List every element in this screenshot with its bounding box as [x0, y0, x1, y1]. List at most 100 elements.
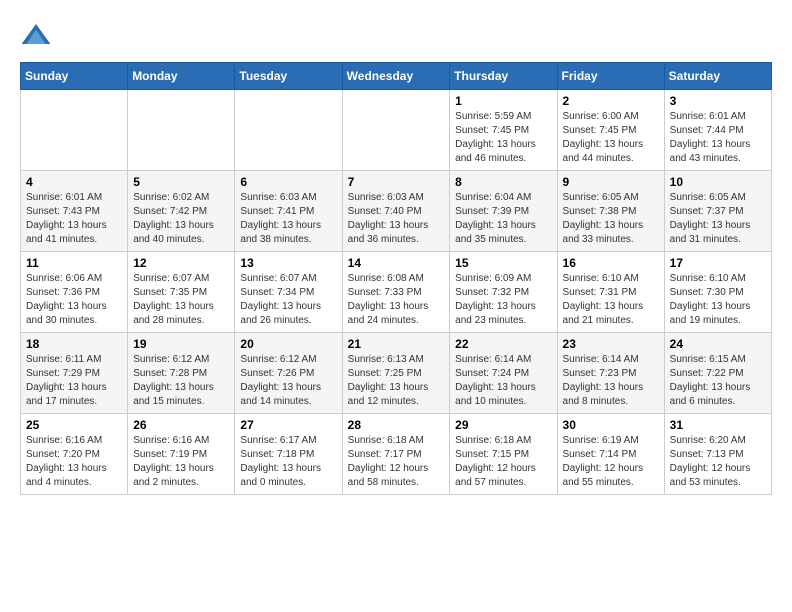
calendar-cell: 24 Sunrise: 6:15 AMSunset: 7:22 PMDayligh… [664, 333, 771, 414]
day-number: 28 [348, 418, 445, 432]
logo [20, 20, 56, 52]
day-header-friday: Friday [557, 63, 664, 90]
day-number: 16 [563, 256, 659, 270]
day-info: Sunrise: 6:16 AMSunset: 7:19 PMDaylight:… [133, 435, 214, 488]
calendar-cell: 10 Sunrise: 6:05 AMSunset: 7:37 PMDayligh… [664, 171, 771, 252]
day-number: 27 [240, 418, 336, 432]
calendar-cell: 27 Sunrise: 6:17 AMSunset: 7:18 PMDayligh… [235, 414, 342, 495]
calendar-cell: 2 Sunrise: 6:00 AMSunset: 7:45 PMDaylight… [557, 90, 664, 171]
day-header-wednesday: Wednesday [342, 63, 450, 90]
calendar-cell: 1Sunrise: 5:59 AMSunset: 7:45 PMDaylight… [450, 90, 557, 171]
day-number: 15 [455, 256, 551, 270]
day-info: Sunrise: 6:05 AMSunset: 7:37 PMDaylight:… [670, 192, 751, 245]
calendar-cell: 4 Sunrise: 6:01 AMSunset: 7:43 PMDaylight… [21, 171, 128, 252]
logo-icon [20, 20, 52, 52]
day-number: 8 [455, 175, 551, 189]
day-info: Sunrise: 6:20 AMSunset: 7:13 PMDaylight:… [670, 435, 751, 488]
calendar-week-row: 25 Sunrise: 6:16 AMSunset: 7:20 PMDayligh… [21, 414, 772, 495]
day-info: Sunrise: 6:14 AMSunset: 7:23 PMDaylight:… [563, 354, 644, 407]
day-number: 13 [240, 256, 336, 270]
calendar-cell [21, 90, 128, 171]
day-info: Sunrise: 6:16 AMSunset: 7:20 PMDaylight:… [26, 435, 107, 488]
calendar-cell: 15 Sunrise: 6:09 AMSunset: 7:32 PMDayligh… [450, 252, 557, 333]
calendar-cell: 14 Sunrise: 6:08 AMSunset: 7:33 PMDayligh… [342, 252, 450, 333]
calendar-cell: 11 Sunrise: 6:06 AMSunset: 7:36 PMDayligh… [21, 252, 128, 333]
day-header-monday: Monday [128, 63, 235, 90]
calendar-cell: 16 Sunrise: 6:10 AMSunset: 7:31 PMDayligh… [557, 252, 664, 333]
calendar-cell: 17Sunrise: 6:10 AMSunset: 7:30 PMDayligh… [664, 252, 771, 333]
calendar-cell: 31 Sunrise: 6:20 AMSunset: 7:13 PMDayligh… [664, 414, 771, 495]
day-info: Sunrise: 6:03 AMSunset: 7:40 PMDaylight:… [348, 192, 429, 245]
calendar-cell: 8 Sunrise: 6:04 AMSunset: 7:39 PMDaylight… [450, 171, 557, 252]
day-number: 11 [26, 256, 122, 270]
day-number: 21 [348, 337, 445, 351]
day-number: 22 [455, 337, 551, 351]
day-number: 26 [133, 418, 229, 432]
calendar-cell: 28 Sunrise: 6:18 AMSunset: 7:17 PMDayligh… [342, 414, 450, 495]
day-header-thursday: Thursday [450, 63, 557, 90]
calendar-cell: 13 Sunrise: 6:07 AMSunset: 7:34 PMDayligh… [235, 252, 342, 333]
day-info: Sunrise: 6:18 AMSunset: 7:15 PMDaylight:… [455, 435, 536, 488]
calendar-cell: 7 Sunrise: 6:03 AMSunset: 7:40 PMDaylight… [342, 171, 450, 252]
day-info: Sunrise: 6:18 AMSunset: 7:17 PMDaylight:… [348, 435, 429, 488]
day-number: 3 [670, 94, 766, 108]
calendar-cell [235, 90, 342, 171]
day-number: 2 [563, 94, 659, 108]
day-header-sunday: Sunday [21, 63, 128, 90]
day-info: Sunrise: 6:17 AMSunset: 7:18 PMDaylight:… [240, 435, 321, 488]
calendar-cell: 30Sunrise: 6:19 AMSunset: 7:14 PMDayligh… [557, 414, 664, 495]
calendar-cell: 19 Sunrise: 6:12 AMSunset: 7:28 PMDayligh… [128, 333, 235, 414]
page-header [20, 20, 772, 52]
calendar-cell: 18 Sunrise: 6:11 AMSunset: 7:29 PMDayligh… [21, 333, 128, 414]
day-number: 6 [240, 175, 336, 189]
calendar-week-row: 18 Sunrise: 6:11 AMSunset: 7:29 PMDayligh… [21, 333, 772, 414]
day-info: Sunrise: 6:07 AMSunset: 7:34 PMDaylight:… [240, 273, 321, 326]
calendar-week-row: 11 Sunrise: 6:06 AMSunset: 7:36 PMDayligh… [21, 252, 772, 333]
calendar-cell: 9Sunrise: 6:05 AMSunset: 7:38 PMDaylight… [557, 171, 664, 252]
day-number: 5 [133, 175, 229, 189]
day-header-saturday: Saturday [664, 63, 771, 90]
day-number: 14 [348, 256, 445, 270]
day-number: 25 [26, 418, 122, 432]
day-info: Sunrise: 6:03 AMSunset: 7:41 PMDaylight:… [240, 192, 321, 245]
day-number: 1 [455, 94, 551, 108]
day-number: 12 [133, 256, 229, 270]
calendar-cell [342, 90, 450, 171]
day-info: Sunrise: 6:12 AMSunset: 7:28 PMDaylight:… [133, 354, 214, 407]
day-info: Sunrise: 6:01 AMSunset: 7:43 PMDaylight:… [26, 192, 107, 245]
day-info: Sunrise: 6:15 AMSunset: 7:22 PMDaylight:… [670, 354, 751, 407]
day-info: Sunrise: 6:08 AMSunset: 7:33 PMDaylight:… [348, 273, 429, 326]
day-header-tuesday: Tuesday [235, 63, 342, 90]
day-number: 31 [670, 418, 766, 432]
day-info: Sunrise: 6:01 AMSunset: 7:44 PMDaylight:… [670, 111, 751, 164]
day-info: Sunrise: 6:09 AMSunset: 7:32 PMDaylight:… [455, 273, 536, 326]
calendar-cell: 20Sunrise: 6:12 AMSunset: 7:26 PMDayligh… [235, 333, 342, 414]
day-number: 4 [26, 175, 122, 189]
day-info: Sunrise: 6:00 AMSunset: 7:45 PMDaylight:… [563, 111, 644, 164]
calendar-cell [128, 90, 235, 171]
calendar-cell: 21 Sunrise: 6:13 AMSunset: 7:25 PMDayligh… [342, 333, 450, 414]
day-number: 18 [26, 337, 122, 351]
day-number: 29 [455, 418, 551, 432]
calendar-cell: 22 Sunrise: 6:14 AMSunset: 7:24 PMDayligh… [450, 333, 557, 414]
day-number: 23 [563, 337, 659, 351]
calendar-cell: 23 Sunrise: 6:14 AMSunset: 7:23 PMDayligh… [557, 333, 664, 414]
calendar-week-row: 1Sunrise: 5:59 AMSunset: 7:45 PMDaylight… [21, 90, 772, 171]
day-info: Sunrise: 6:13 AMSunset: 7:25 PMDaylight:… [348, 354, 429, 407]
day-info: Sunrise: 6:14 AMSunset: 7:24 PMDaylight:… [455, 354, 536, 407]
day-info: Sunrise: 6:04 AMSunset: 7:39 PMDaylight:… [455, 192, 536, 245]
day-info: Sunrise: 6:11 AMSunset: 7:29 PMDaylight:… [26, 354, 107, 407]
calendar-cell: 29 Sunrise: 6:18 AMSunset: 7:15 PMDayligh… [450, 414, 557, 495]
day-number: 7 [348, 175, 445, 189]
day-number: 30 [563, 418, 659, 432]
day-info: Sunrise: 6:07 AMSunset: 7:35 PMDaylight:… [133, 273, 214, 326]
calendar-cell: 26 Sunrise: 6:16 AMSunset: 7:19 PMDayligh… [128, 414, 235, 495]
day-info: Sunrise: 6:10 AMSunset: 7:31 PMDaylight:… [563, 273, 644, 326]
calendar-week-row: 4 Sunrise: 6:01 AMSunset: 7:43 PMDaylight… [21, 171, 772, 252]
day-number: 19 [133, 337, 229, 351]
calendar-cell: 6 Sunrise: 6:03 AMSunset: 7:41 PMDaylight… [235, 171, 342, 252]
day-info: Sunrise: 6:10 AMSunset: 7:30 PMDaylight:… [670, 273, 751, 326]
day-number: 10 [670, 175, 766, 189]
day-number: 24 [670, 337, 766, 351]
day-info: Sunrise: 6:06 AMSunset: 7:36 PMDaylight:… [26, 273, 107, 326]
